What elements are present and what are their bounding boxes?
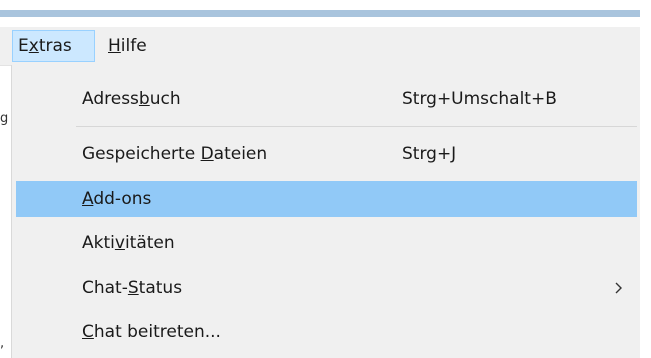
label-mnemonic: D (200, 144, 214, 164)
screen: Extras Hilfe g , Adressbuch Strg+Umschal… (0, 0, 651, 358)
menu-extras-mnemonic: x (28, 36, 39, 56)
menu-item-label: Chat-Status (82, 270, 182, 306)
menu-item-shortcut: Strg+J (402, 144, 457, 164)
menu-hilfe[interactable]: Hilfe (103, 30, 165, 62)
menu-separator (76, 126, 637, 127)
title-bar-edge (0, 10, 640, 17)
window-title-strip (0, 0, 651, 26)
label-prefix: Adress (82, 89, 139, 109)
label-mnemonic: C (82, 322, 94, 342)
menu-extras-suffix: tras (38, 36, 72, 56)
label-prefix: Chat- (82, 278, 128, 298)
menu-item-gespeicherte-dateien[interactable]: Gespeicherte Dateien Strg+J (16, 136, 637, 172)
label-prefix: Gespeicherte (82, 144, 201, 164)
menu-item-aktivitaeten[interactable]: Aktivitäten (16, 225, 637, 261)
menu-item-add-ons[interactable]: Add-ons (16, 181, 637, 217)
label-suffix: hat beitreten... (93, 322, 221, 342)
label-mnemonic: v (114, 233, 125, 253)
menu-item-chat-beitreten[interactable]: Chat beitreten... (16, 314, 637, 350)
label-mnemonic: S (127, 278, 139, 298)
label-mnemonic: b (138, 89, 150, 109)
menu-item-label: Chat beitreten... (82, 314, 221, 350)
background-text-fragment: g (0, 112, 9, 126)
label-suffix: tatus (138, 278, 183, 298)
label-suffix: ateien (213, 144, 268, 164)
menu-item-label: Gespeicherte Dateien (82, 136, 267, 172)
menu-extras-prefix: E (18, 36, 29, 56)
background-text-fragment: , (0, 337, 5, 351)
menu-item-shortcut: Strg+Umschalt+B (402, 89, 557, 109)
label-prefix: Akti (82, 233, 115, 253)
label-suffix: itäten (124, 233, 175, 253)
label-mnemonic: A (82, 189, 94, 209)
extras-dropdown-menu: Adressbuch Strg+Umschalt+B Gespeicherte … (11, 65, 640, 358)
chevron-right-icon (615, 282, 622, 294)
menu-item-label: Adressbuch (82, 81, 181, 117)
label-suffix: uch (149, 89, 181, 109)
menu-hilfe-suffix: ilfe (120, 36, 147, 56)
menu-bar: Extras Hilfe (0, 27, 640, 66)
menu-item-label: Add-ons (82, 181, 151, 217)
menu-hilfe-mnemonic: H (108, 36, 121, 56)
label-suffix: dd-ons (93, 189, 152, 209)
menu-item-adressbuch[interactable]: Adressbuch Strg+Umschalt+B (16, 81, 637, 117)
menu-item-chat-status[interactable]: Chat-Status (16, 270, 637, 306)
menu-item-label: Aktivitäten (82, 225, 175, 261)
menu-extras[interactable]: Extras (12, 30, 95, 62)
